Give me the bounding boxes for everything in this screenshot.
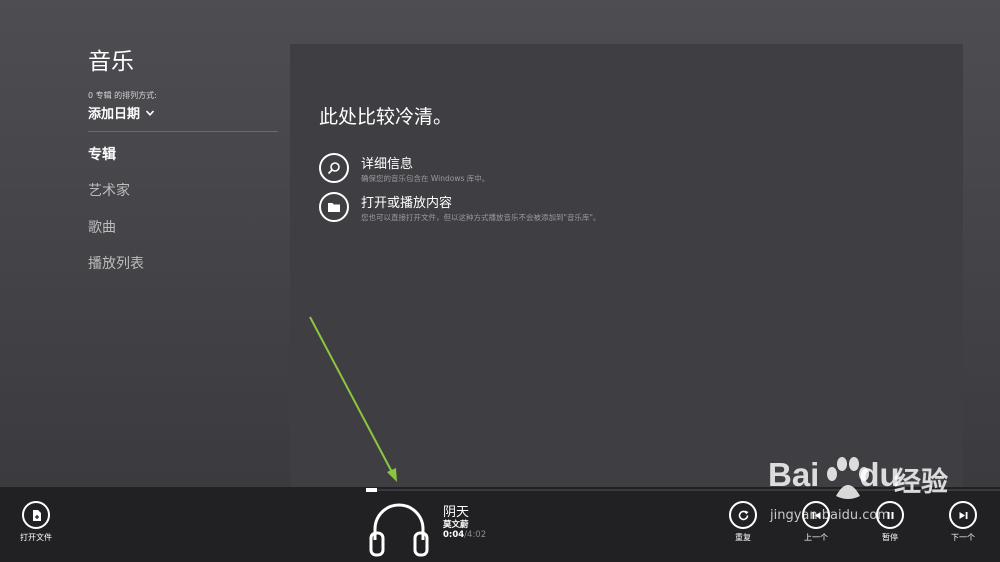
open-file-icon xyxy=(22,501,50,529)
previous-icon xyxy=(802,501,830,529)
details-action-title: 详细信息 xyxy=(361,157,414,172)
open-or-play-action[interactable]: 打开或播放内容 您也可以直接打开文件，但以这种方式播放音乐不会被添加到"音乐库"… xyxy=(319,192,819,224)
folder-icon xyxy=(319,192,349,222)
progress-thumb[interactable] xyxy=(366,488,377,492)
sort-value: 添加日期 xyxy=(88,107,141,122)
track-artist: 莫文蔚 xyxy=(443,520,469,530)
pause-icon xyxy=(876,501,904,529)
nav-item-playlists[interactable]: 播放列表 xyxy=(88,253,144,273)
time-current: 0:04 xyxy=(443,530,465,540)
open-or-play-action-title: 打开或播放内容 xyxy=(361,196,453,211)
search-icon xyxy=(319,153,349,183)
open-file-button[interactable]: 打开文件 xyxy=(16,501,56,543)
repeat-label: 重复 xyxy=(735,533,751,542)
sidebar-divider xyxy=(88,131,278,132)
previous-button[interactable]: 上一个 xyxy=(796,501,836,543)
details-action-subtitle: 确保您的音乐包含在 Windows 库中。 xyxy=(361,174,490,183)
repeat-icon xyxy=(729,501,757,529)
next-label: 下一个 xyxy=(951,533,975,542)
details-action[interactable]: 详细信息 确保您的音乐包含在 Windows 库中。 xyxy=(319,153,819,185)
progress-track[interactable] xyxy=(366,488,1000,492)
nav-item-artists[interactable]: 艺术家 xyxy=(88,180,130,200)
track-time: 0:04/4:02 xyxy=(443,530,486,540)
sort-label: 0 专辑 的排列方式: xyxy=(88,91,157,100)
time-total: 4:02 xyxy=(467,530,487,540)
headphones-icon xyxy=(369,503,429,557)
pause-label: 暂停 xyxy=(882,533,898,542)
pause-button[interactable]: 暂停 xyxy=(870,501,910,543)
next-button[interactable]: 下一个 xyxy=(943,501,983,543)
empty-state-title: 此处比较冷清。 xyxy=(319,106,453,128)
previous-label: 上一个 xyxy=(804,533,828,542)
sort-dropdown[interactable]: 添加日期 xyxy=(88,103,155,122)
repeat-button[interactable]: 重复 xyxy=(723,501,763,543)
nav-item-songs[interactable]: 歌曲 xyxy=(88,217,116,237)
next-icon xyxy=(949,501,977,529)
main-panel: 此处比较冷清。 详细信息 确保您的音乐包含在 Windows 库中。 打开或播放… xyxy=(290,44,963,489)
open-file-label: 打开文件 xyxy=(20,533,52,542)
player-bar: 打开文件 阴天 莫文蔚 0:04/4:02 重复 上一个 暂停 下一个 xyxy=(0,487,1000,562)
nav-item-albums[interactable]: 专辑 xyxy=(88,144,116,164)
app-title: 音乐 xyxy=(88,49,134,75)
chevron-down-icon xyxy=(145,109,155,116)
open-or-play-action-subtitle: 您也可以直接打开文件，但以这种方式播放音乐不会被添加到"音乐库"。 xyxy=(361,213,601,222)
